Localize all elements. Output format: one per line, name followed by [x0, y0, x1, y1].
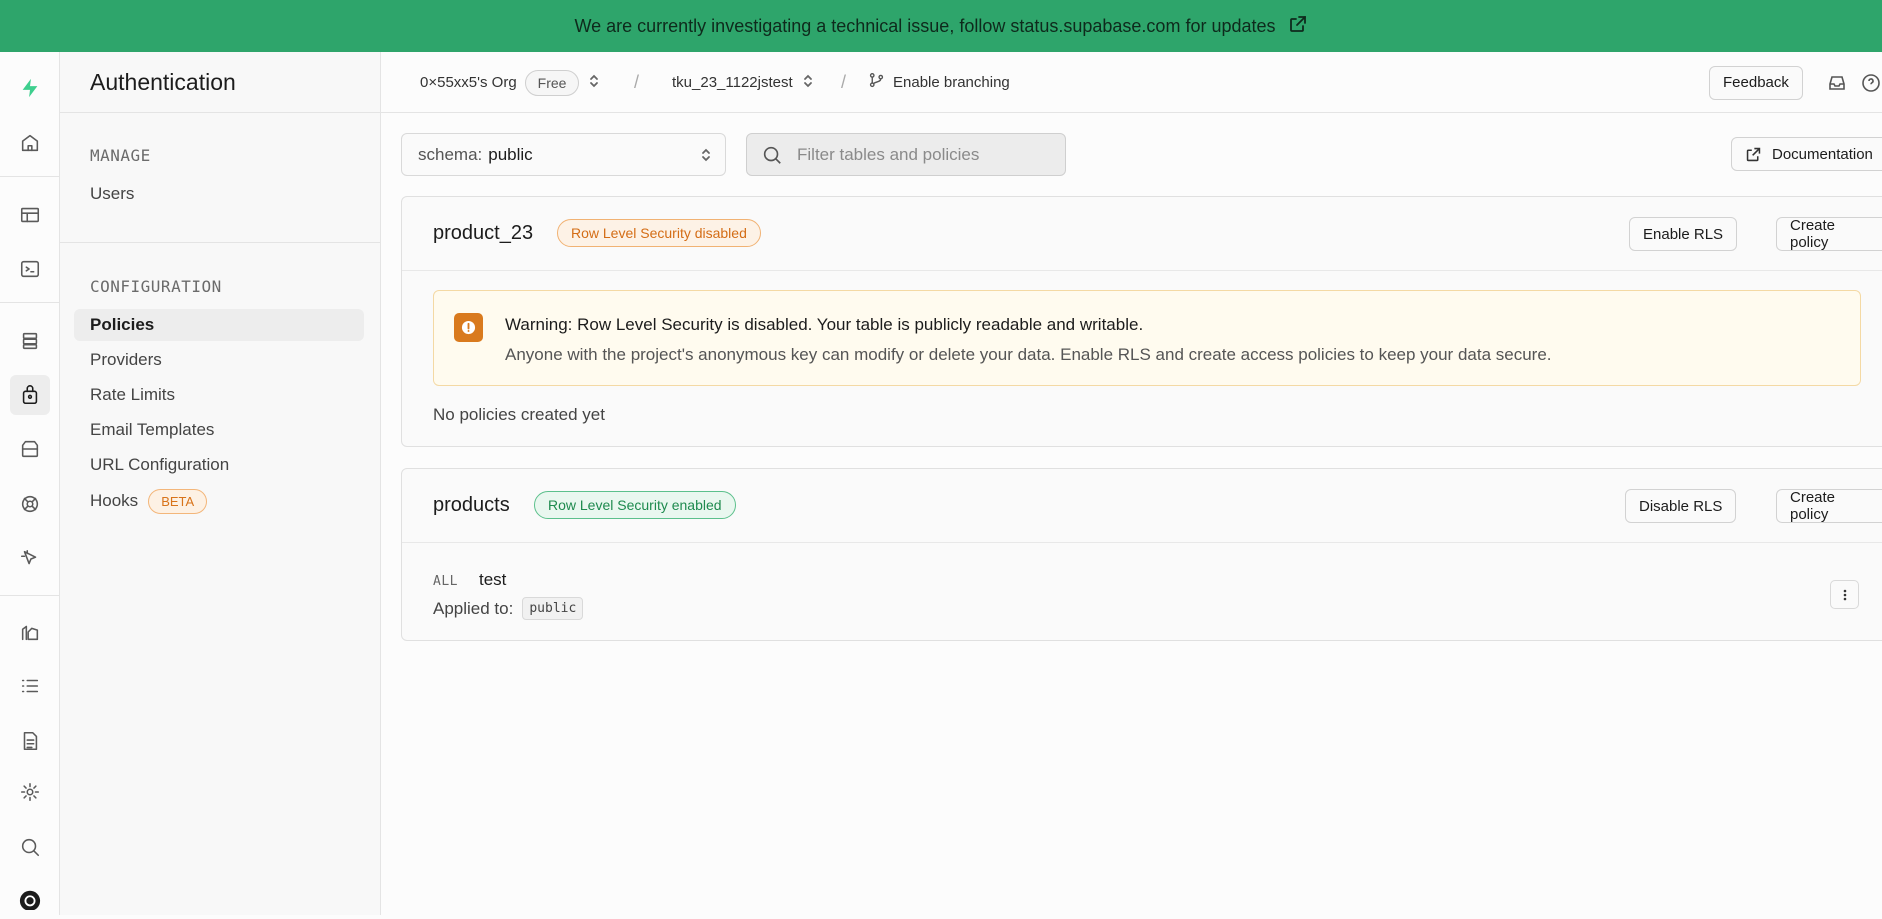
policy-command: ALL: [433, 574, 458, 589]
enable-rls-button[interactable]: Enable RLS: [1629, 217, 1738, 251]
rls-enabled-badge: Row Level Security enabled: [534, 491, 736, 519]
table-policy-card: products Row Level Security enabled Disa…: [401, 468, 1882, 641]
feedback-area: Feedback: [1709, 52, 1803, 113]
icon-separator: [0, 176, 60, 177]
sidebar-item-email-templates[interactable]: Email Templates: [74, 414, 364, 446]
project-selector[interactable]: tku_23_1122jstest: [672, 52, 815, 113]
policy-applied-to: Applied to: public: [433, 597, 584, 620]
search-icon[interactable]: [10, 827, 50, 867]
banner-text: We are currently investigating a technic…: [574, 15, 1276, 36]
plan-badge: Free: [524, 69, 580, 96]
sidebar-item-rate-limits[interactable]: Rate Limits: [74, 379, 364, 411]
table-policy-card: product_23 Row Level Security disabled E…: [401, 196, 1882, 447]
org-selector[interactable]: 0×55xx5's Org Free: [420, 52, 601, 113]
sidebar-divider: [60, 242, 381, 243]
external-link-icon[interactable]: [1288, 14, 1308, 39]
schema-value: public: [488, 144, 533, 164]
breadcrumb-slash: /: [841, 72, 847, 92]
help-icon[interactable]: [1861, 52, 1881, 113]
inbox-icon[interactable]: [1827, 52, 1847, 113]
documentation-label: Documentation: [1772, 145, 1873, 163]
icon-navigation-bar: [0, 52, 60, 915]
realtime-icon[interactable]: [10, 539, 50, 579]
sidebar-item-policies[interactable]: Policies: [74, 309, 364, 341]
chevron-up-down-icon: [587, 74, 601, 92]
auth-sidebar: Authentication MANAGE Users CONFIGURATIO…: [60, 52, 381, 915]
chevron-up-down-icon: [699, 147, 713, 167]
api-docs-icon[interactable]: [10, 721, 50, 761]
warning-body: Anyone with the project's anonymous key …: [505, 345, 1552, 364]
edge-functions-icon[interactable]: [10, 484, 50, 524]
search-icon: [763, 146, 781, 164]
logs-icon[interactable]: [10, 666, 50, 706]
home-icon[interactable]: [10, 123, 50, 163]
disable-rls-button[interactable]: Disable RLS: [1625, 489, 1737, 523]
project-name: tku_23_1122jstest: [672, 74, 793, 91]
create-policy-button[interactable]: Create policy: [1776, 217, 1882, 251]
no-policies-text: No policies created yet: [433, 405, 605, 424]
feedback-button[interactable]: Feedback: [1709, 65, 1803, 100]
warning-icon: [454, 313, 483, 342]
breadcrumb-slash: /: [634, 72, 640, 92]
filter-search-input[interactable]: Filter tables and policies: [746, 133, 1066, 176]
documentation-button[interactable]: Documentation: [1731, 137, 1882, 171]
rls-disabled-badge: Row Level Security disabled: [557, 219, 761, 247]
sidebar-item-url-configuration[interactable]: URL Configuration: [74, 449, 364, 481]
icon-separator: [0, 595, 60, 596]
sidebar-item-label: Hooks: [90, 491, 139, 510]
enable-branching-button[interactable]: Enable branching: [868, 52, 1010, 113]
table-name: products: [433, 494, 510, 516]
database-icon[interactable]: [10, 321, 50, 361]
branching-label: Enable branching: [893, 74, 1010, 91]
policy-role: public: [522, 597, 584, 620]
sidebar-item-users[interactable]: Users: [74, 178, 364, 210]
warning-title: Warning: Row Level Security is disabled.…: [505, 315, 1144, 334]
settings-gear-icon[interactable]: [10, 772, 50, 812]
reports-icon[interactable]: [10, 612, 50, 652]
supabase-logo-icon[interactable]: [10, 68, 50, 108]
schema-label: schema:: [418, 144, 483, 164]
user-avatar-icon[interactable]: [10, 879, 50, 919]
sql-editor-icon[interactable]: [10, 249, 50, 289]
more-options-icon[interactable]: [1830, 580, 1859, 609]
create-policy-button[interactable]: Create policy: [1776, 489, 1882, 523]
rls-warning-alert: Warning: Row Level Security is disabled.…: [433, 290, 1861, 386]
sidebar-item-hooks[interactable]: Hooks BETA: [74, 485, 364, 517]
beta-badge: BETA: [148, 488, 208, 514]
sidebar-item-providers[interactable]: Providers: [74, 344, 364, 376]
schema-select[interactable]: schema: public: [401, 133, 726, 176]
project-topbar: 0×55xx5's Org Free / tku_23_1122jstest /…: [381, 52, 1882, 113]
git-branch-icon: [868, 72, 885, 93]
status-banner: We are currently investigating a technic…: [0, 0, 1882, 52]
card-header: products Row Level Security enabled Disa…: [402, 469, 1882, 543]
applied-to-label: Applied to:: [433, 598, 514, 618]
external-link-icon: [1746, 147, 1761, 161]
icon-separator: [0, 302, 60, 303]
authentication-icon[interactable]: [10, 375, 50, 415]
card-header: product_23 Row Level Security disabled E…: [402, 197, 1882, 271]
search-placeholder: Filter tables and policies: [797, 144, 980, 164]
sidebar-title: Authentication: [90, 69, 236, 95]
storage-icon[interactable]: [10, 429, 50, 469]
table-name: product_23: [433, 222, 534, 244]
org-name: 0×55xx5's Org: [420, 74, 517, 91]
table-editor-icon[interactable]: [10, 195, 50, 235]
policy-name[interactable]: test: [479, 570, 506, 590]
manage-section-label: MANAGE: [90, 146, 151, 165]
sidebar-divider: [60, 112, 381, 113]
configuration-section-label: CONFIGURATION: [90, 277, 222, 296]
chevron-up-down-icon: [801, 74, 815, 92]
